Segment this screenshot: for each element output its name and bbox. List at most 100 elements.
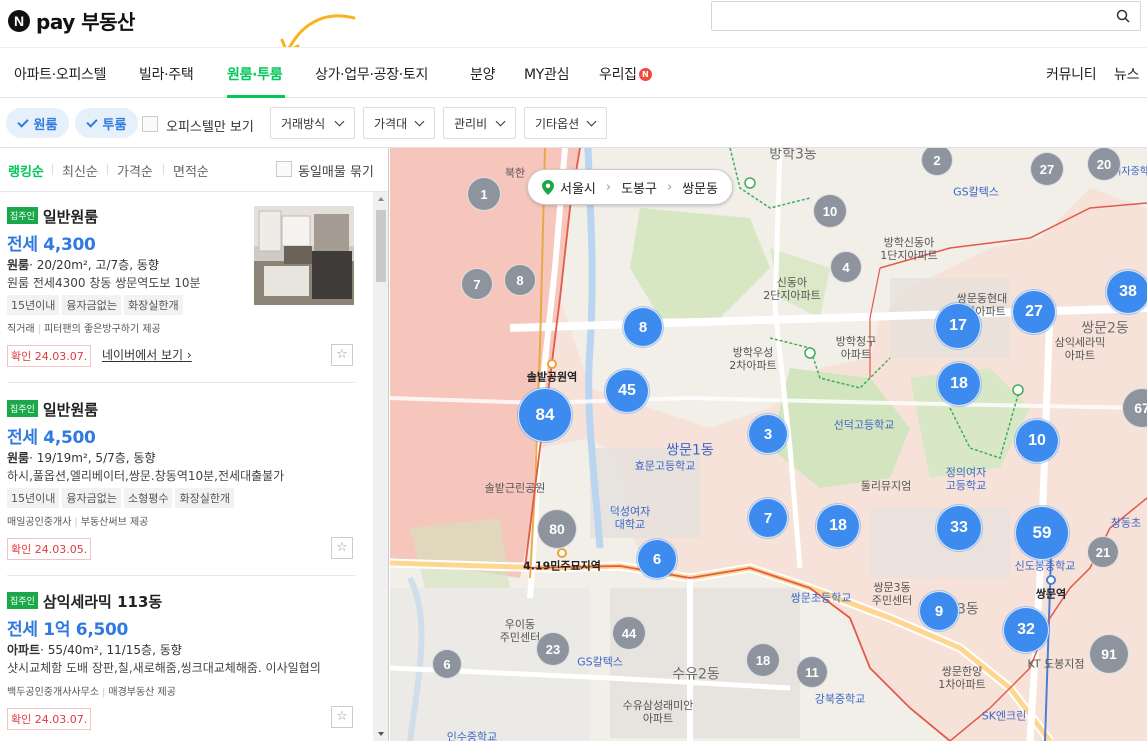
map-label-samik-ceramic: 삼익세라믹 아파트 bbox=[1054, 336, 1106, 362]
nav-news[interactable]: 뉴스 bbox=[1114, 64, 1139, 84]
listing-title[interactable]: 일반원룸 bbox=[43, 208, 98, 226]
nav-my-interest[interactable]: MY관심 bbox=[524, 64, 570, 84]
listing-cluster-marker[interactable]: 33 bbox=[936, 505, 982, 551]
listing-cluster-marker[interactable]: 18 bbox=[816, 504, 860, 548]
dropdown-label: 가격대 bbox=[374, 116, 408, 131]
favorite-star-button[interactable]: ☆ bbox=[331, 706, 353, 728]
listing-description: 하시,풀옵션,엘리베이터,쌍문.창동역10분,전세대출불가 bbox=[7, 469, 285, 483]
group-same-listings-label[interactable]: 동일매물 묶기 bbox=[298, 161, 374, 180]
listing-cluster-marker[interactable]: 17 bbox=[935, 303, 981, 349]
tworoom-filter-chip[interactable]: 투룸 bbox=[75, 108, 138, 138]
breadcrumb-city[interactable]: 서울시 bbox=[560, 178, 596, 197]
officetel-only-checkbox[interactable] bbox=[142, 116, 158, 132]
map-view[interactable]: 서울시 › 도봉구 › 쌍문동 방학3동 쌍문1동 쌍문2동 쌍문3동 수유2동… bbox=[390, 148, 1147, 741]
confirm-date-badge: 확인 24.03.07. bbox=[7, 708, 92, 730]
listing-cluster-marker[interactable]: 10 bbox=[813, 194, 847, 228]
nav-my-home-label: 우리집 bbox=[599, 67, 637, 83]
listing-cluster-marker[interactable]: 44 bbox=[612, 616, 646, 650]
listing-cluster-marker[interactable]: 32 bbox=[1003, 607, 1049, 653]
listing-tags: 15년이내 융자금없는 소형평수 화장실한개 bbox=[7, 488, 235, 508]
search-input[interactable] bbox=[711, 1, 1141, 31]
listing-cluster-marker[interactable]: 59 bbox=[1015, 506, 1069, 560]
maintenance-fee-dropdown[interactable]: 관리비 bbox=[443, 107, 516, 139]
nav-community[interactable]: 커뮤니티 bbox=[1046, 64, 1097, 84]
listing-cluster-marker[interactable]: 6 bbox=[432, 649, 462, 679]
listing-cluster-marker[interactable]: 4 bbox=[830, 251, 862, 283]
listing-cluster-marker[interactable]: 80 bbox=[537, 509, 577, 549]
listing-cluster-marker[interactable]: 84 bbox=[518, 388, 572, 442]
other-options-dropdown[interactable]: 기타옵션 bbox=[524, 107, 607, 139]
listing-thumbnail[interactable] bbox=[254, 206, 354, 305]
oneroom-filter-chip[interactable]: 원룸 bbox=[6, 108, 69, 138]
sort-latest[interactable]: 최신순 bbox=[62, 161, 98, 180]
breadcrumb-district[interactable]: 도봉구 bbox=[621, 178, 657, 197]
nav-my-home[interactable]: 우리집 N bbox=[599, 64, 652, 84]
sort-ranking[interactable]: 랭킹순 bbox=[8, 161, 44, 180]
officetel-only-label[interactable]: 오피스텔만 보기 bbox=[166, 116, 254, 135]
map-label-suyu2: 수유2동 bbox=[672, 666, 720, 683]
map-label-solbat-park: 솔밭근린공원 bbox=[484, 481, 546, 495]
listing-cluster-marker[interactable]: 1 bbox=[467, 177, 501, 211]
listing-header: 집주인 삼익세라믹 113동 bbox=[7, 591, 162, 612]
listing-cluster-marker[interactable]: 45 bbox=[605, 369, 649, 413]
listing-tags: 15년이내 융자금없는 화장실한개 bbox=[7, 295, 183, 315]
view-on-naver-link[interactable]: 네이버에서 보기 › bbox=[102, 346, 192, 363]
breadcrumb-dong[interactable]: 쌍문동 bbox=[682, 178, 718, 197]
favorite-star-button[interactable]: ☆ bbox=[331, 537, 353, 559]
nav-apartment-officetel[interactable]: 아파트·오피스텔 bbox=[14, 64, 107, 84]
map-label-ssangmun-elem: 쌍문초등학교 bbox=[790, 591, 852, 605]
listing-cluster-marker[interactable]: 21 bbox=[1087, 536, 1119, 568]
deal-type-dropdown[interactable]: 거래방식 bbox=[270, 107, 355, 139]
sort-price[interactable]: 가격순 bbox=[117, 161, 153, 180]
listing-card[interactable]: 집주인 일반원룸 전세 4,500 원룸· 19/19m², 5/7층, 동향 하… bbox=[7, 399, 355, 574]
nav-commercial[interactable]: 상가·업무·공장·토지 bbox=[315, 64, 428, 84]
listing-title[interactable]: 삼익세라믹 113동 bbox=[43, 593, 162, 611]
map-label-banghak-sindonga1: 방학신동아 1단지아파트 bbox=[880, 236, 938, 262]
scroll-down-icon[interactable] bbox=[378, 732, 384, 736]
scroll-up-icon[interactable] bbox=[378, 197, 384, 201]
naver-pay-logo[interactable]: N pay 부동산 bbox=[8, 6, 135, 35]
listing-cluster-marker[interactable]: 8 bbox=[623, 307, 663, 347]
map-label-isu-high: 인수중학교 bbox=[446, 730, 498, 741]
group-same-listings-checkbox[interactable] bbox=[276, 161, 292, 177]
listing-cluster-marker[interactable]: 3 bbox=[748, 414, 788, 454]
price-range-dropdown[interactable]: 가격대 bbox=[363, 107, 435, 139]
location-breadcrumb[interactable]: 서울시 › 도봉구 › 쌍문동 bbox=[527, 169, 734, 205]
map-label-gangbuk-middle: 강북중학교 bbox=[814, 692, 866, 706]
provider-name: 매경부동산 제공 bbox=[108, 687, 176, 698]
listing-cluster-marker[interactable]: 11 bbox=[796, 656, 828, 688]
nav-presale[interactable]: 분양 bbox=[470, 64, 495, 84]
listing-header: 집주인 일반원룸 bbox=[7, 399, 98, 420]
listing-card[interactable]: 집주인 삼익세라믹 113동 전세 1억 6,500 아파트· 55/40m², … bbox=[7, 591, 355, 741]
listing-scrollbar[interactable] bbox=[373, 192, 388, 741]
nav-villa-house[interactable]: 빌라·주택 bbox=[139, 64, 194, 84]
listing-title[interactable]: 일반원룸 bbox=[43, 401, 98, 419]
listing-cluster-marker[interactable]: 9 bbox=[919, 591, 959, 631]
listing-cluster-marker[interactable]: 20 bbox=[1087, 148, 1121, 181]
listing-cluster-marker[interactable]: 38 bbox=[1106, 270, 1147, 314]
listing-cluster-marker[interactable]: 27 bbox=[1030, 152, 1064, 186]
nav-oneroom-tworoom[interactable]: 원룸·투룸 bbox=[227, 64, 283, 84]
listing-cluster-marker[interactable]: 7 bbox=[748, 498, 788, 538]
listing-cluster-marker[interactable]: 18 bbox=[937, 362, 981, 406]
listing-header: 집주인 일반원룸 bbox=[7, 206, 98, 227]
logo-text: pay 부동산 bbox=[36, 10, 135, 34]
map-label-uidong-center: 우이동 주민센터 bbox=[499, 618, 541, 644]
listing-cluster-marker[interactable]: 6 bbox=[637, 539, 677, 579]
search-icon[interactable] bbox=[1116, 9, 1130, 23]
favorite-star-button[interactable]: ☆ bbox=[331, 344, 353, 366]
listing-cluster-marker[interactable]: 8 bbox=[504, 264, 536, 296]
room-photo bbox=[254, 206, 354, 305]
listing-agent: 매일공인중개사 | 부동산써브 제공 bbox=[7, 517, 149, 528]
sort-area[interactable]: 면적순 bbox=[173, 161, 209, 180]
listing-cluster-marker[interactable]: 10 bbox=[1015, 419, 1059, 463]
listing-cluster-marker[interactable]: 23 bbox=[536, 632, 570, 666]
listing-cluster-marker[interactable]: 7 bbox=[461, 268, 493, 300]
listing-cluster-marker[interactable]: 18 bbox=[746, 643, 780, 677]
scroll-thumb[interactable] bbox=[376, 210, 386, 282]
listing-cluster-marker[interactable]: 27 bbox=[1012, 290, 1056, 334]
owner-badge: 집주인 bbox=[7, 207, 38, 224]
listing-cluster-marker[interactable]: 91 bbox=[1089, 634, 1129, 674]
listing-price: 전세 1억 6,500 bbox=[7, 620, 129, 640]
map-label-minju-station: 4.19민주묘지역 bbox=[523, 559, 601, 573]
